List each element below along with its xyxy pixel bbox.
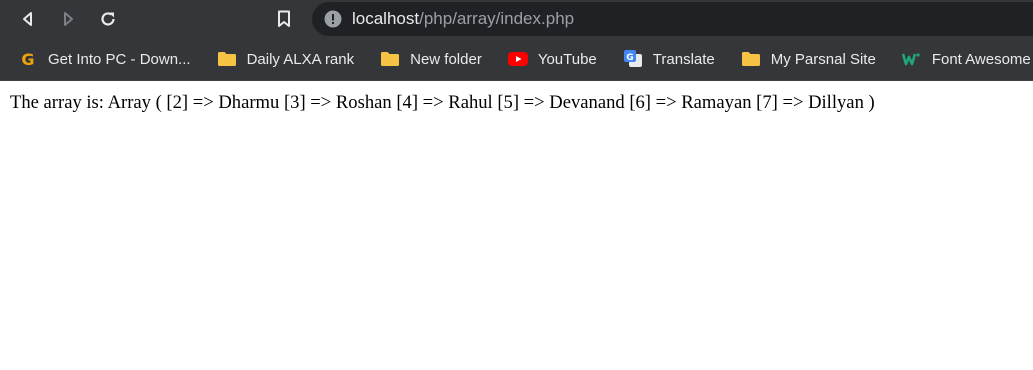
svg-text:G: G [21, 50, 34, 68]
bookmark-label: Font Awesome 5 M... [931, 50, 1033, 68]
bookmark-label: Get Into PC - Down... [48, 50, 191, 68]
bookmarks-bar: G Get Into PC - Down... Daily ALXA rank … [0, 38, 1033, 81]
folder-icon [741, 49, 761, 69]
bookmark-label: New folder [410, 50, 482, 68]
url-path: /php/array/index.php [419, 9, 575, 28]
bookmark-page-button[interactable] [272, 7, 296, 31]
bookmark-label: YouTube [537, 50, 597, 68]
bookmark-label: Translate [652, 50, 715, 68]
reload-button[interactable] [96, 7, 120, 31]
bookmark-youtube[interactable]: YouTube [500, 44, 605, 74]
back-button[interactable] [16, 7, 40, 31]
svg-text:G: G [626, 53, 633, 63]
reload-icon [101, 12, 115, 26]
bookmark-my-parsnal-site[interactable]: My Parsnal Site [733, 44, 884, 74]
getintopc-icon: G [18, 49, 38, 69]
bookmark-label: Daily ALXA rank [246, 50, 355, 68]
url-text[interactable]: localhost/php/array/index.php [352, 9, 574, 29]
folder-icon [217, 49, 237, 69]
bookmark-font-awesome[interactable]: Font Awesome 5 M... [894, 44, 1033, 74]
fontawesome-icon [901, 49, 922, 69]
page-output-text: The array is: Array ( [2] => Dharmu [3] … [10, 92, 875, 113]
folder-icon [380, 49, 400, 69]
bookmark-label: My Parsnal Site [770, 50, 876, 68]
youtube-icon [507, 49, 528, 69]
info-icon[interactable] [324, 10, 342, 28]
google-translate-icon: G [623, 49, 643, 69]
bookmark-translate[interactable]: G Translate [615, 44, 723, 74]
browser-toolbar: localhost/php/array/index.php [0, 0, 1033, 38]
bookmark-icon [278, 10, 290, 27]
bookmark-daily-alxa-rank[interactable]: Daily ALXA rank [209, 44, 363, 74]
bookmark-new-folder[interactable]: New folder [372, 44, 490, 74]
address-bar[interactable]: localhost/php/array/index.php [312, 2, 1033, 36]
url-host: localhost [352, 9, 420, 28]
bookmark-get-into-pc[interactable]: G Get Into PC - Down... [10, 44, 199, 74]
back-icon [23, 12, 32, 26]
forward-icon [64, 12, 73, 26]
forward-button[interactable] [56, 7, 80, 31]
